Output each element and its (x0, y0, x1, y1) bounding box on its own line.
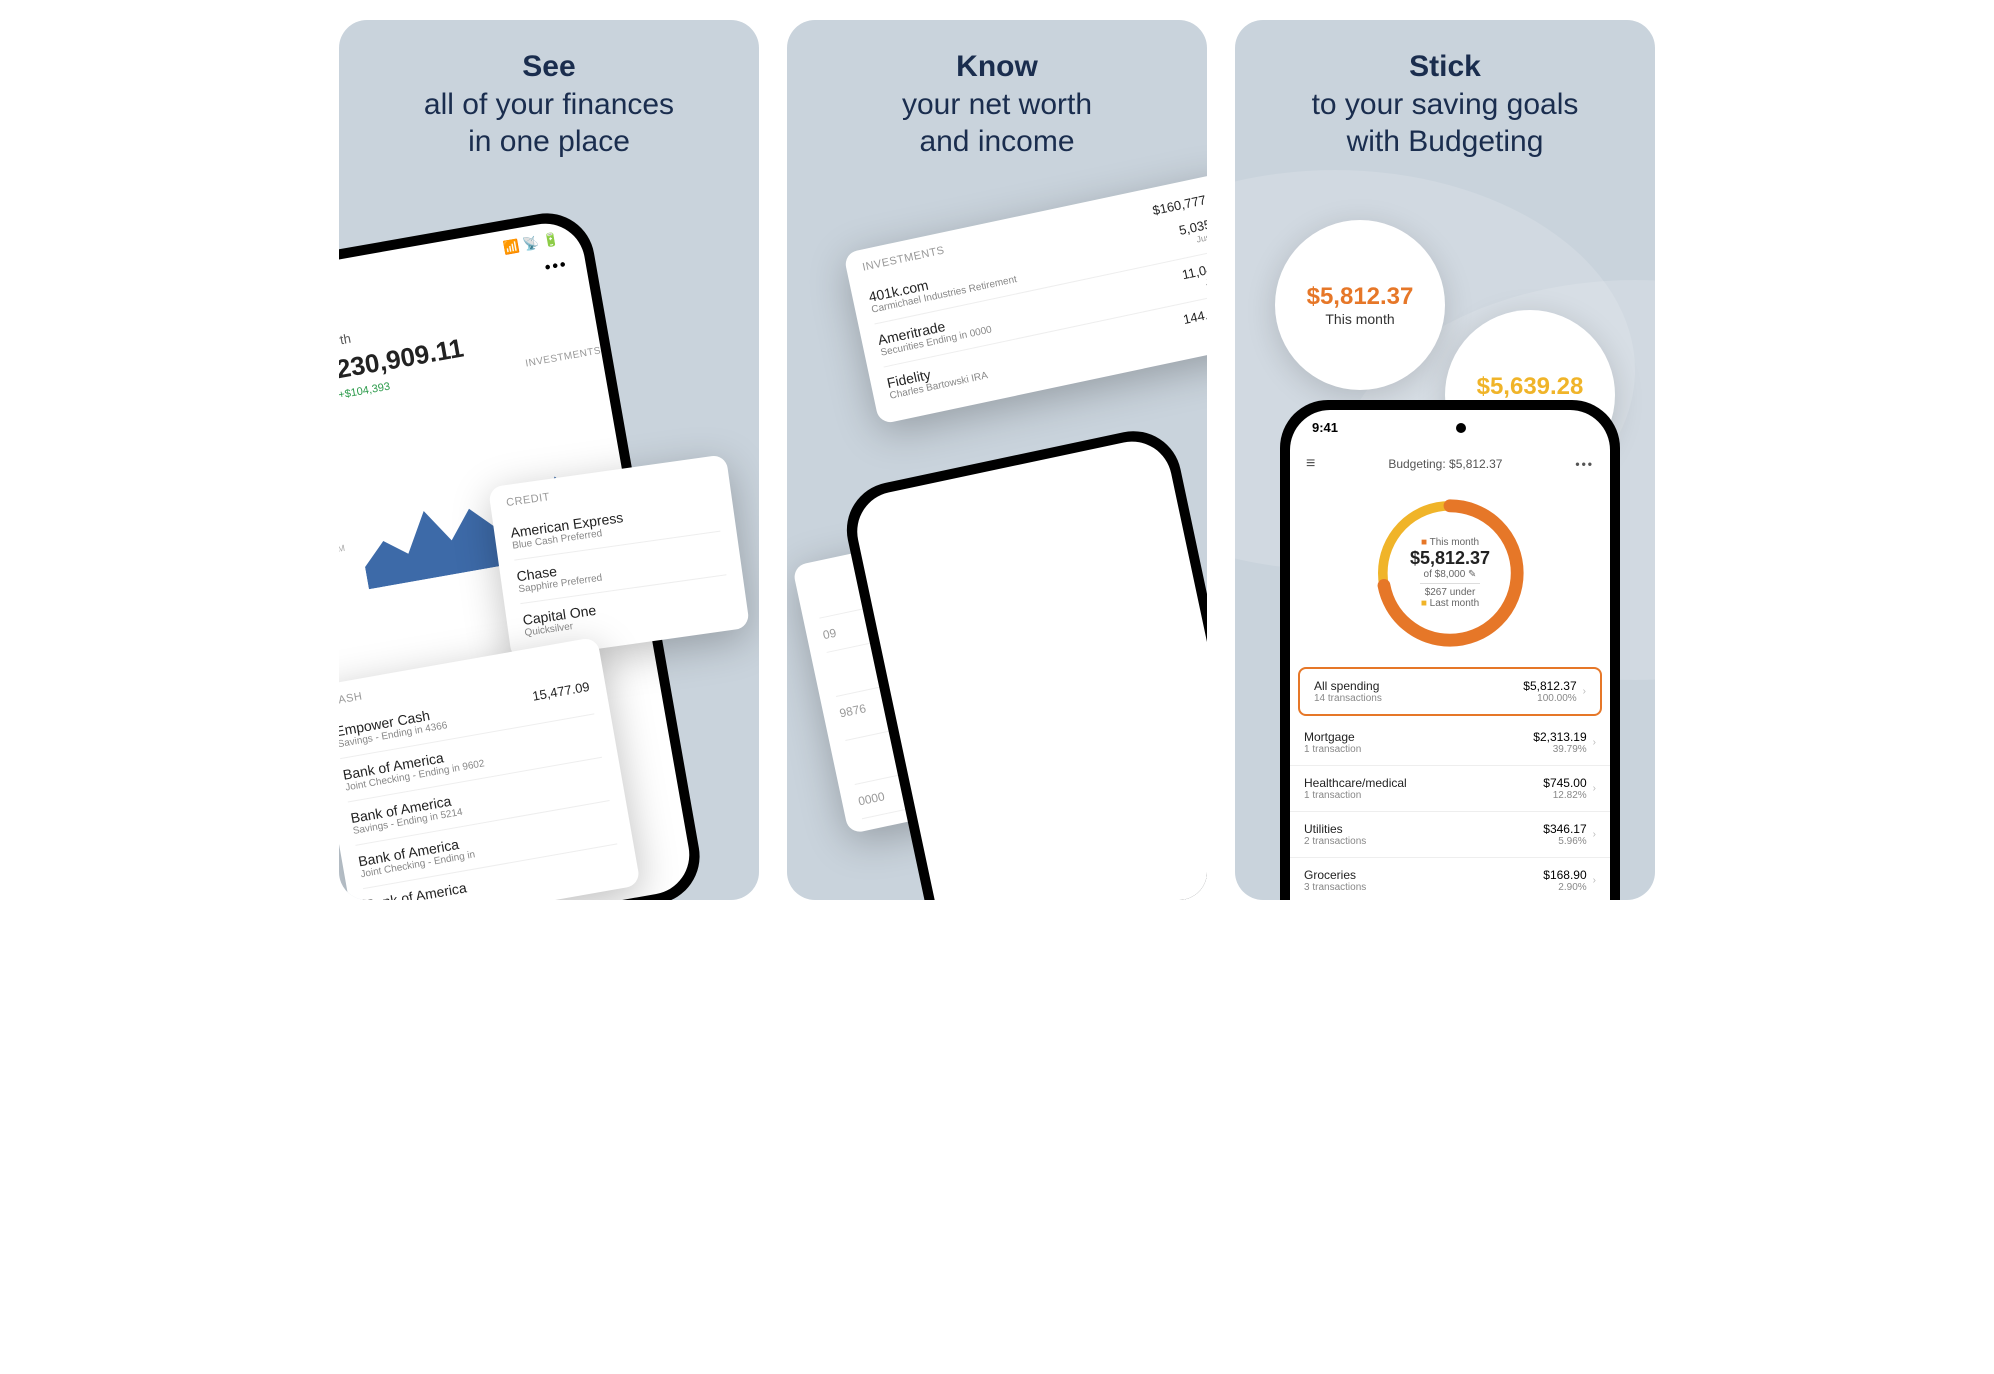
more-icon[interactable]: ••• (1575, 457, 1594, 471)
category-row[interactable]: Mortgage1 transaction $2,313.1939.79% › (1290, 720, 1610, 766)
headline-rest: all of your finances in one place (424, 88, 674, 159)
wifi-icon: 📡 (522, 235, 541, 254)
menu-icon[interactable]: ≡ (1306, 455, 1315, 473)
investments-card: INVESTMENTS $160,777.34 401k.comCarmicha… (843, 170, 1207, 424)
phone-screen: 9:41 ≡ Budgeting: $5,812.37 ••• ■ This m… (1290, 410, 1610, 900)
headline-rest: to your saving goals with Budgeting (1312, 88, 1579, 159)
category-name: Healthcare/medical (1304, 776, 1407, 790)
category-amount: $168.90 (1543, 868, 1586, 882)
chevron-right-icon: › (1593, 875, 1596, 886)
category-amount: $5,812.37 (1523, 679, 1576, 693)
category-pct: 12.82% (1543, 790, 1586, 801)
status-time: 9:41 (1312, 420, 1338, 435)
phone-screen (850, 434, 1207, 900)
battery-icon: 🔋 (542, 231, 561, 250)
camera-notch (1456, 423, 1466, 433)
txn-left: 0000 (857, 789, 886, 808)
category-name: Mortgage (1304, 730, 1361, 744)
chevron-right-icon: › (1593, 737, 1596, 748)
budget-header: ≡ Budgeting: $5,812.37 ••• (1290, 445, 1610, 483)
status-bar: 9:41 (1290, 410, 1610, 445)
category-pct: 5.96% (1543, 836, 1586, 847)
chevron-right-icon: › (1583, 686, 1586, 697)
category-row[interactable]: Utilities2 transactions $346.175.96% › (1290, 812, 1610, 858)
category-amount: $2,313.19 (1533, 730, 1586, 744)
category-pct: 100.00% (1523, 693, 1576, 704)
edit-icon[interactable]: ✎ (1468, 569, 1476, 580)
category-pct: 39.79% (1533, 744, 1586, 755)
account-amount: 15,477.09 (531, 679, 591, 704)
chevron-right-icon: › (1593, 829, 1596, 840)
headline-rest: your net worth and income (902, 88, 1092, 159)
category-name: Groceries (1304, 868, 1366, 882)
donut-center: ■ This month $5,812.37 of $8,000 ✎ $267 … (1370, 493, 1530, 653)
txn-left: 9876 (838, 701, 869, 730)
cash-card-list: CASH Empower CashSavings - Ending in 436… (339, 637, 641, 900)
donut-under: $267 under (1425, 587, 1476, 598)
category-row[interactable]: All spending14 transactions $5,812.37100.… (1298, 667, 1602, 716)
category-amount: $346.17 (1543, 822, 1586, 836)
headline-bold: Know (956, 50, 1038, 83)
txn-left (848, 751, 853, 774)
bubble-this-label: This month (1325, 311, 1394, 327)
bubble-this-amount: $5,812.37 (1307, 283, 1414, 311)
txn-left (829, 663, 834, 686)
txn-left: 09 (822, 626, 838, 642)
credit-card-list: CREDIT American ExpressBlue Cash Preferr… (488, 454, 750, 661)
y-tick: $2M (339, 543, 346, 556)
promo-panel-networth: Know your net worth and income INVESTMEN… (787, 20, 1207, 900)
headline-bold: See (522, 50, 575, 83)
category-name: All spending (1314, 679, 1382, 693)
category-pct: 2.90% (1543, 882, 1586, 893)
donut-of: of $8,000 ✎ (1424, 569, 1477, 580)
category-sub: 3 transactions (1304, 882, 1366, 893)
category-sub: 2 transactions (1304, 836, 1366, 847)
phone-frame (838, 422, 1207, 900)
headline: Know your net worth and income (787, 48, 1207, 161)
donut-this-label: This month (1430, 537, 1479, 548)
chevron-right-icon: › (1593, 783, 1596, 794)
headline-bold: Stick (1409, 50, 1481, 83)
category-row[interactable]: Healthcare/medical1 transaction $745.0012… (1290, 766, 1610, 812)
donut-amount: $5,812.37 (1410, 548, 1490, 569)
promo-panel-finances: See all of your finances in one place 9:… (339, 20, 759, 900)
bubble-last-amount: $5,639.28 (1477, 373, 1584, 401)
bubble-this-month: $5,812.37 This month (1275, 220, 1445, 390)
phone-frame: 9:41 ≡ Budgeting: $5,812.37 ••• ■ This m… (1280, 400, 1620, 900)
headline: See all of your finances in one place (339, 48, 759, 161)
donut-chart: ■ This month $5,812.37 of $8,000 ✎ $267 … (1290, 483, 1610, 663)
promo-panel-budgeting: Stick to your saving goals with Budgetin… (1235, 20, 1655, 900)
category-sub: 1 transaction (1304, 790, 1407, 801)
status-icons: 📶 📡 🔋 (502, 231, 560, 257)
category-sub: 14 transactions (1314, 693, 1382, 704)
category-name: Utilities (1304, 822, 1366, 836)
category-row[interactable]: Groceries3 transactions $168.902.90% › (1290, 858, 1610, 900)
donut-last-label: Last month (1430, 598, 1479, 609)
category-sub: 1 transaction (1304, 744, 1361, 755)
account-amount: 144,694.30 (1182, 299, 1207, 327)
signal-icon: 📶 (502, 238, 521, 257)
category-amount: $745.00 (1543, 776, 1586, 790)
headline: Stick to your saving goals with Budgetin… (1235, 48, 1655, 161)
budget-title: Budgeting: $5,812.37 (1388, 457, 1502, 471)
